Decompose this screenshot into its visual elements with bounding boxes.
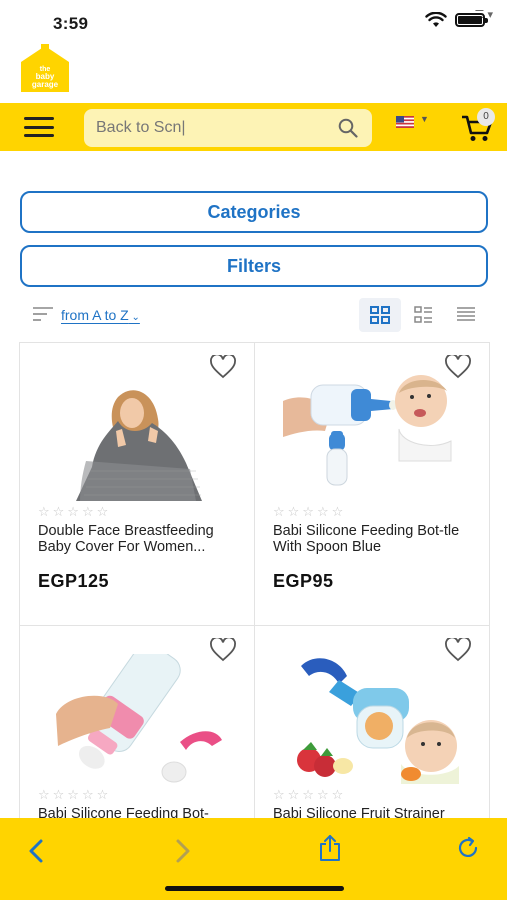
- rating-stars: ☆☆☆☆☆: [273, 787, 347, 802]
- cart-count-badge: 0: [477, 108, 495, 126]
- share-icon[interactable]: [318, 834, 342, 862]
- product-image-feeding-bottle-blue[interactable]: [281, 371, 465, 501]
- product-name[interactable]: Double Face Breastfeeding Baby Cover For…: [38, 523, 243, 557]
- grid-view-icon: [370, 306, 390, 324]
- browser-toolbar: [0, 818, 507, 900]
- home-indicator: [165, 886, 344, 891]
- wifi-icon: [425, 12, 447, 27]
- product-price: EGP125: [38, 571, 110, 591]
- logo-area: the baby garage: [0, 44, 507, 102]
- grid-view-button[interactable]: [359, 298, 401, 332]
- list-view-icon[interactable]: [457, 306, 475, 322]
- product-image-fruit-strainer[interactable]: [281, 654, 465, 784]
- product-image-feeding-bottle-pink[interactable]: [46, 654, 230, 784]
- rating-stars: ☆☆☆☆☆: [273, 504, 347, 519]
- chevron-down-icon: ⌄: [128, 312, 140, 323]
- list-thumb-view-icon[interactable]: [414, 306, 432, 324]
- product-grid: ☆☆☆☆☆ Double Face Breastfeeding Baby Cov…: [19, 342, 490, 900]
- sort-dropdown[interactable]: from A to Z ⌄: [61, 307, 140, 323]
- product-price: EGP95: [273, 571, 334, 591]
- baby-garage-logo[interactable]: the baby garage: [19, 44, 71, 94]
- sort-label: from A to Z: [61, 307, 129, 323]
- search-box[interactable]: [84, 109, 372, 147]
- product-name[interactable]: Babi Silicone Feeding Bot-tle With Spoon…: [273, 523, 478, 557]
- rating-stars: ☆☆☆☆☆: [38, 787, 112, 802]
- battery-icon: [455, 13, 488, 27]
- categories-button[interactable]: Categories: [20, 191, 488, 233]
- language-chevron-down-icon[interactable]: ▼: [420, 114, 429, 124]
- status-time: 3:59: [53, 14, 89, 33]
- search-input[interactable]: [96, 116, 326, 140]
- back-arrow-icon[interactable]: [26, 838, 46, 864]
- product-card[interactable]: ☆☆☆☆☆ Double Face Breastfeeding Baby Cov…: [19, 342, 255, 626]
- reload-icon[interactable]: [457, 836, 481, 860]
- sort-icon[interactable]: [33, 307, 53, 321]
- product-card[interactable]: ☆☆☆☆☆ Babi Silicone Feeding Bot-tle With…: [254, 342, 490, 626]
- product-image-breastfeeding-cover[interactable]: [46, 371, 230, 501]
- status-bar: 3:59 ☰ ▾: [0, 0, 507, 44]
- forward-arrow-icon[interactable]: [173, 838, 193, 864]
- search-icon[interactable]: [338, 118, 358, 138]
- svg-text:garage: garage: [32, 80, 59, 89]
- filters-button[interactable]: Filters: [20, 245, 488, 287]
- us-flag-icon[interactable]: [396, 116, 414, 128]
- rating-stars: ☆☆☆☆☆: [38, 504, 112, 519]
- hamburger-menu-button[interactable]: [24, 117, 54, 137]
- top-header: ▼ 0: [0, 103, 507, 151]
